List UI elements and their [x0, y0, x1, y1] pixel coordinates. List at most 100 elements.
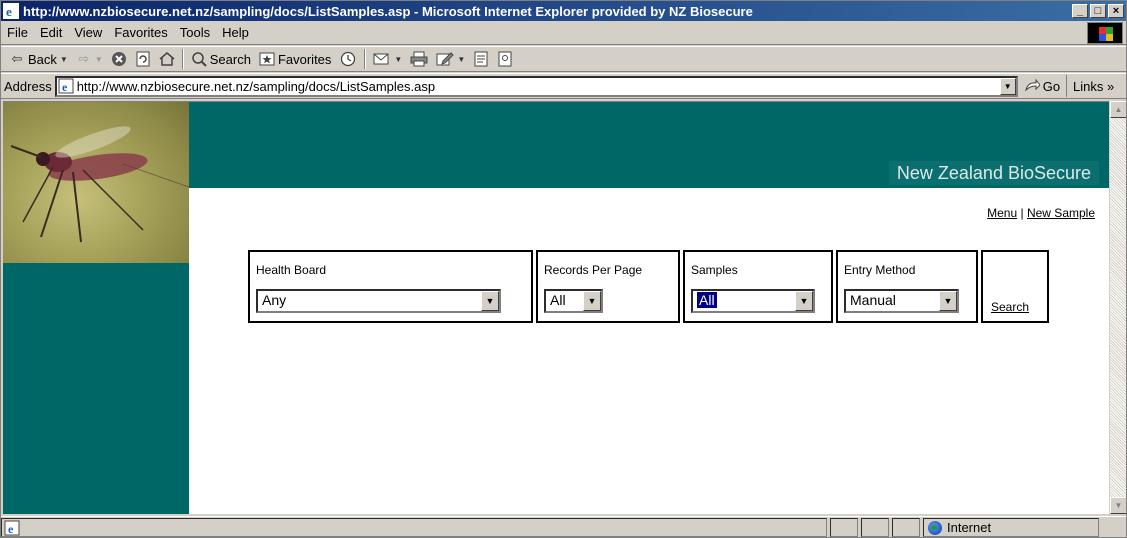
- chevron-down-icon: ▼: [583, 291, 601, 311]
- records-per-page-cell: Records Per Page All ▼: [536, 250, 680, 323]
- print-icon: [410, 51, 428, 67]
- toolbar-separator: [364, 49, 367, 69]
- records-per-page-label: Records Per Page: [544, 263, 643, 277]
- menu-help[interactable]: Help: [216, 25, 255, 40]
- window-title: http://www.nzbiosecure.net.nz/sampling/d…: [23, 3, 753, 19]
- scroll-down-button[interactable]: ▼: [1110, 497, 1126, 514]
- mail-icon: [373, 53, 389, 65]
- favorites-star-icon: [259, 52, 275, 66]
- health-board-select[interactable]: Any ▼: [256, 289, 501, 313]
- edit-button[interactable]: ▼: [432, 48, 469, 70]
- edit-icon: [436, 52, 455, 66]
- status-pane: [892, 518, 920, 537]
- health-board-value: Any: [262, 292, 287, 308]
- history-button[interactable]: [335, 48, 361, 70]
- menu-file[interactable]: File: [1, 25, 34, 40]
- samples-label: Samples: [691, 263, 738, 277]
- minimize-button[interactable]: _: [1072, 4, 1088, 18]
- search-link[interactable]: Search: [991, 300, 1029, 314]
- health-board-label: Health Board: [256, 263, 327, 277]
- chevron-down-icon: ▼: [939, 291, 957, 311]
- svg-text:e: e: [6, 4, 12, 19]
- status-bar: e Internet: [1, 516, 1126, 537]
- new-sample-link[interactable]: New Sample: [1027, 206, 1095, 220]
- ie-logo-icon: e: [3, 3, 19, 19]
- ie-page-icon: e: [4, 520, 20, 536]
- chevron-down-icon: ▼: [59, 54, 68, 64]
- address-input[interactable]: e http://www.nzbiosecure.net.nz/sampling…: [54, 75, 1018, 97]
- mosquito-photo: [3, 102, 189, 263]
- mosquito-image: [10, 126, 189, 243]
- discuss-icon: [474, 51, 488, 67]
- status-pane: [861, 518, 889, 537]
- back-label: Back: [28, 51, 57, 67]
- browser-window: e http://www.nzbiosecure.net.nz/sampling…: [0, 0, 1127, 538]
- favorites-label: Favorites: [277, 51, 332, 67]
- status-message: e: [1, 518, 827, 537]
- messenger-icon: [498, 51, 512, 67]
- back-button[interactable]: ⇦ Back ▼: [5, 48, 72, 70]
- search-icon: [192, 52, 207, 67]
- link-separator: |: [1020, 206, 1024, 220]
- svg-text:e: e: [8, 522, 14, 536]
- scroll-up-button[interactable]: ▲: [1110, 101, 1126, 118]
- menu-tools[interactable]: Tools: [174, 25, 216, 40]
- search-button[interactable]: Search: [187, 48, 255, 70]
- search-cell: Search: [981, 250, 1049, 323]
- samples-cell: Samples All ▼: [683, 250, 833, 323]
- mail-button[interactable]: ▼: [369, 48, 406, 70]
- home-icon: [159, 52, 175, 66]
- discuss-button[interactable]: [469, 48, 493, 70]
- title-bar: e http://www.nzbiosecure.net.nz/sampling…: [1, 1, 1126, 21]
- menu-edit[interactable]: Edit: [34, 25, 68, 40]
- refresh-icon: [136, 51, 150, 67]
- forward-arrow-icon: ⇨: [78, 51, 90, 66]
- stop-button[interactable]: [107, 48, 131, 70]
- vertical-scrollbar[interactable]: ▲ ▼: [1109, 101, 1126, 514]
- print-button[interactable]: [406, 48, 432, 70]
- filter-form: Health Board Any ▼ Records Per Page All …: [248, 250, 1052, 323]
- page-viewport: New Zealand BioSecure Menu | New Sample …: [3, 101, 1109, 514]
- entry-method-select[interactable]: Manual ▼: [844, 289, 959, 313]
- chevron-down-icon: ▼: [481, 291, 499, 311]
- address-dropdown-button[interactable]: ▼: [999, 77, 1016, 95]
- menu-favorites[interactable]: Favorites: [108, 25, 173, 40]
- globe-icon: [928, 520, 942, 535]
- address-bar: Address e http://www.nzbiosecure.net.nz/…: [1, 73, 1126, 99]
- menu-link[interactable]: Menu: [987, 206, 1017, 220]
- entry-method-value: Manual: [850, 292, 896, 308]
- chevron-down-icon: ▼: [394, 54, 403, 64]
- go-label: Go: [1042, 78, 1061, 94]
- records-per-page-select[interactable]: All ▼: [544, 289, 603, 313]
- chevron-down-icon: ▼: [94, 54, 103, 64]
- samples-select[interactable]: All ▼: [691, 289, 815, 313]
- top-links: Menu | New Sample: [987, 206, 1095, 220]
- maximize-button[interactable]: □: [1090, 4, 1106, 18]
- entry-method-label: Entry Method: [844, 263, 916, 277]
- chevron-down-icon: ▼: [457, 54, 466, 64]
- health-board-cell: Health Board Any ▼: [248, 250, 533, 323]
- menu-view[interactable]: View: [68, 25, 108, 40]
- address-url: http://www.nzbiosecure.net.nz/sampling/d…: [76, 78, 436, 94]
- page-header: New Zealand BioSecure: [189, 102, 1109, 188]
- address-label: Address: [4, 78, 52, 94]
- search-label: Search: [209, 51, 251, 67]
- links-toolbar-button[interactable]: Links »: [1073, 79, 1114, 94]
- standard-toolbar: ⇦ Back ▼ ⇨ ▼ Search Favorites ▼ ▼: [1, 46, 1126, 72]
- forward-button[interactable]: ⇨ ▼: [72, 48, 107, 70]
- refresh-button[interactable]: [131, 48, 155, 70]
- favorites-button[interactable]: Favorites: [255, 48, 335, 70]
- stop-icon: [111, 52, 126, 66]
- home-button[interactable]: [155, 48, 179, 70]
- go-arrow-icon: [1024, 78, 1040, 92]
- site-brand: New Zealand BioSecure: [888, 161, 1099, 185]
- messenger-button[interactable]: [493, 48, 517, 70]
- menu-bar: File Edit View Favorites Tools Help: [1, 21, 1126, 45]
- entry-method-cell: Entry Method Manual ▼: [836, 250, 978, 323]
- go-button[interactable]: Go: [1024, 75, 1068, 97]
- svg-text:e: e: [62, 80, 68, 94]
- samples-value: All: [697, 292, 717, 308]
- history-icon: [341, 51, 356, 67]
- close-button[interactable]: ×: [1108, 4, 1124, 18]
- ie-page-icon: e: [58, 78, 74, 94]
